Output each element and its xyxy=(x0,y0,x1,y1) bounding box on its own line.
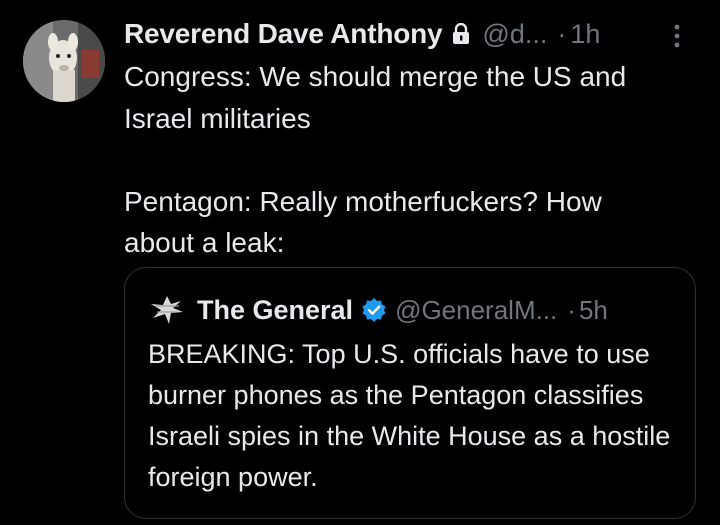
tweet-timestamp[interactable]: 1h xyxy=(570,19,600,50)
tweet[interactable]: Reverend Dave Anthony @d... · 1h Congres… xyxy=(0,0,720,525)
quoted-tweet-header: The General @GeneralM... · 5h xyxy=(197,290,608,330)
quoted-author-handle[interactable]: @GeneralM... xyxy=(395,295,557,326)
author-avatar[interactable] xyxy=(23,20,105,102)
bird-logo-icon[interactable] xyxy=(149,292,185,328)
more-vertical-icon[interactable] xyxy=(672,22,682,50)
quoted-tweet-timestamp[interactable]: 5h xyxy=(579,295,608,326)
tweet-text: Congress: We should merge the US and Isr… xyxy=(124,61,627,258)
author-handle[interactable]: @d... xyxy=(482,19,547,50)
separator-dot: · xyxy=(567,294,576,325)
author-name[interactable]: Reverend Dave Anthony xyxy=(124,18,443,50)
separator-dot: · xyxy=(557,18,567,49)
verified-badge-icon xyxy=(361,297,387,323)
quoted-tweet-text: BREAKING: Top U.S. officials have to use… xyxy=(148,339,671,492)
profile-photo-icon xyxy=(23,20,105,102)
quoted-tweet[interactable]: The General @GeneralM... · 5h BREAKING: … xyxy=(124,267,696,519)
lock-icon xyxy=(452,22,470,45)
quoted-author-name[interactable]: The General xyxy=(197,295,353,326)
tweet-header: Reverend Dave Anthony @d... · 1h xyxy=(124,14,694,54)
